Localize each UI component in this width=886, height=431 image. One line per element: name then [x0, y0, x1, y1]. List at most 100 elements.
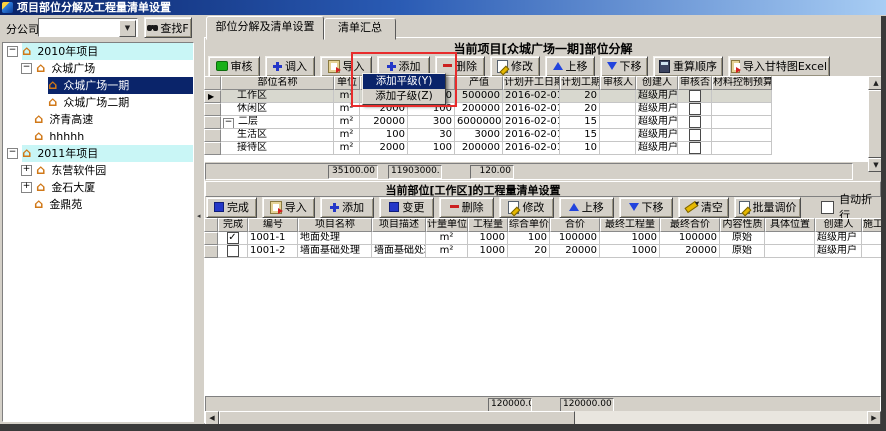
cell[interactable]: 2016-02-01 — [503, 142, 560, 155]
cell[interactable] — [765, 245, 815, 258]
move-up-button[interactable]: 上移 — [559, 197, 614, 218]
cell[interactable] — [712, 129, 772, 142]
column-header[interactable]: 项目描述 — [372, 218, 426, 232]
selector-header[interactable] — [204, 218, 218, 232]
project-tree[interactable]: −⌂2010年项目−⌂众城广场⌂众城广场一期⌂众城广场二期⌂济青高速⌂hhhhh… — [2, 42, 194, 422]
move-up-button[interactable]: 上移 — [545, 56, 595, 77]
cell[interactable]: 超级用户 — [815, 245, 862, 258]
cell[interactable]: 100000 — [660, 232, 720, 245]
column-header[interactable]: 计划开工日期 — [503, 76, 560, 90]
cell[interactable] — [372, 232, 426, 245]
cell[interactable]: m² — [334, 90, 360, 103]
cell[interactable] — [218, 245, 248, 258]
cell[interactable] — [600, 103, 636, 116]
cell[interactable]: 休闲区 — [221, 103, 334, 116]
delete-button[interactable]: 删除 — [439, 197, 494, 218]
tree-item[interactable]: ⌂hhhhh — [3, 128, 193, 145]
cell[interactable]: 15 — [560, 129, 600, 142]
cell[interactable] — [678, 90, 712, 103]
combobox-dropdown-icon[interactable]: ▼ — [119, 20, 136, 37]
cell[interactable]: −二层 — [221, 116, 334, 129]
cell[interactable]: m² — [334, 142, 360, 155]
column-header[interactable]: 完成 — [218, 218, 248, 232]
table-row[interactable]: 接待区m²20001002000002016-02-0110超级用户 — [204, 142, 772, 155]
cell[interactable]: 2016-02-01 — [503, 90, 560, 103]
tree-item[interactable]: −⌂2010年项目 — [3, 43, 193, 60]
modify-button[interactable]: 修改 — [499, 197, 554, 218]
column-header[interactable]: 内容性质 — [720, 218, 765, 232]
move-down-button[interactable]: 下移 — [600, 56, 648, 77]
cell[interactable]: 100 — [508, 232, 550, 245]
expand-icon[interactable]: + — [21, 165, 32, 176]
checkbox[interactable] — [689, 116, 701, 128]
modify-button[interactable]: 修改 — [490, 56, 540, 77]
column-header[interactable]: 创建人 — [636, 76, 678, 90]
cell[interactable]: 20000 — [550, 245, 600, 258]
tree-item[interactable]: ⌂众城广场一期 — [3, 77, 193, 94]
cell[interactable]: 200000 — [455, 103, 503, 116]
cell[interactable] — [678, 142, 712, 155]
title-bar[interactable]: 项目部位分解及工程量清单设置 — [0, 0, 886, 15]
cell[interactable] — [712, 90, 772, 103]
cell[interactable]: m² — [426, 245, 468, 258]
move-down-button[interactable]: 下移 — [619, 197, 674, 218]
cell[interactable]: 2000 — [360, 142, 408, 155]
cell[interactable]: 超级用户 — [636, 103, 678, 116]
recalc-order-button[interactable]: 重算顺序 — [653, 56, 723, 77]
cell[interactable] — [678, 116, 712, 129]
column-header[interactable]: 计量单位 — [426, 218, 468, 232]
cell[interactable]: 超级用户 — [636, 142, 678, 155]
row-selector[interactable] — [204, 232, 218, 245]
cell[interactable]: m² — [334, 129, 360, 142]
cell[interactable]: 10 — [560, 142, 600, 155]
find-button[interactable]: 查找F — [144, 17, 192, 38]
collapse-icon[interactable]: − — [7, 148, 18, 159]
cell[interactable]: 墙面基础处理 — [372, 245, 426, 258]
cell[interactable]: 超级用户 — [815, 232, 862, 245]
audit-button[interactable]: 审核 — [208, 56, 260, 77]
column-header[interactable]: 审核人 — [600, 76, 636, 90]
cell[interactable] — [712, 116, 772, 129]
cell[interactable]: 原始 — [720, 245, 765, 258]
column-header[interactable]: 编号 — [248, 218, 298, 232]
cell[interactable]: ✓ — [218, 232, 248, 245]
tab-part-breakdown[interactable]: 部位分解及清单设置 — [206, 16, 324, 40]
row-selector[interactable] — [204, 116, 221, 129]
cell[interactable]: 1000 — [600, 245, 660, 258]
cell[interactable] — [712, 103, 772, 116]
cell[interactable]: 原始 — [720, 232, 765, 245]
column-header[interactable]: 单位 — [334, 76, 360, 90]
cell[interactable]: 2016-02-01 — [503, 129, 560, 142]
cell[interactable]: 30 — [408, 129, 455, 142]
tree-item[interactable]: +⌂金石大厦 — [3, 179, 193, 196]
row-selector[interactable]: ▶ — [204, 90, 221, 103]
cell[interactable]: 墙面基础处理 — [298, 245, 372, 258]
import-gantt-excel-button[interactable]: 导入甘特图Excel — [728, 56, 830, 77]
cell[interactable]: 20 — [560, 90, 600, 103]
tree-item[interactable]: +⌂东营软件园 — [3, 162, 193, 179]
cell[interactable]: 300 — [408, 116, 455, 129]
table-row[interactable]: ▶工作区m²1005000002016-02-0120超级用户 — [204, 90, 772, 103]
table-row[interactable]: 休闲区m²20001002000002016-02-0120超级用户 — [204, 103, 772, 116]
cell[interactable]: 1001-1 — [248, 232, 298, 245]
column-header[interactable]: 工程量 — [468, 218, 508, 232]
table-row[interactable]: 生活区m²1003030002016-02-0115超级用户 — [204, 129, 772, 142]
cell[interactable]: 1000 — [468, 245, 508, 258]
splitter-collapse-icon[interactable]: ◂ — [197, 212, 201, 220]
selector-header[interactable] — [204, 76, 221, 90]
cell[interactable]: 超级用户 — [636, 129, 678, 142]
tree-item[interactable]: −⌂众城广场 — [3, 60, 193, 77]
cell[interactable]: 15 — [560, 116, 600, 129]
cell[interactable]: 20000 — [360, 116, 408, 129]
cell[interactable]: 500000 — [455, 90, 503, 103]
column-header[interactable]: 创建人 — [815, 218, 862, 232]
column-header[interactable]: 审核否 — [678, 76, 712, 90]
cell[interactable] — [600, 90, 636, 103]
cell[interactable]: 20 — [560, 103, 600, 116]
scroll-left-icon[interactable]: ◀ — [205, 411, 219, 425]
cell[interactable]: 2016-02-01 — [503, 103, 560, 116]
checkbox[interactable] — [689, 103, 701, 115]
cell[interactable]: 地面处理 — [298, 232, 372, 245]
pull-in-button[interactable]: 调入 — [265, 56, 315, 77]
cell[interactable]: 工作区 — [221, 90, 334, 103]
